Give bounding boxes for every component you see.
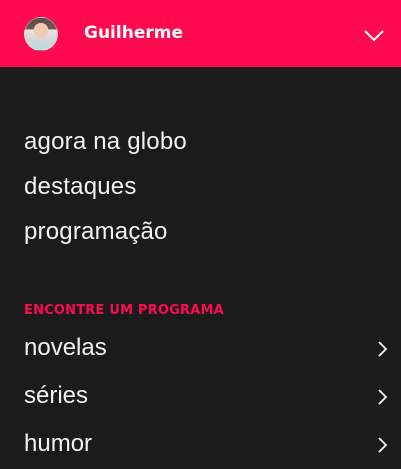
chevron-right-icon: [378, 341, 388, 357]
username: Guilherme: [84, 23, 183, 43]
nav-item-agora-na-globo[interactable]: agora na globo: [24, 119, 187, 164]
category-label: séries: [24, 382, 89, 409]
chevron-right-icon: [378, 389, 388, 405]
category-label: novelas: [24, 334, 107, 361]
profile-header[interactable]: Guilherme: [0, 0, 401, 67]
main-nav: agora na globo destaques programação: [24, 119, 187, 254]
avatar: [24, 17, 58, 51]
chevron-right-icon: [378, 437, 388, 453]
nav-item-programacao[interactable]: programação: [24, 209, 187, 254]
category-item-humor[interactable]: humor: [0, 421, 401, 469]
category-item-novelas[interactable]: novelas: [0, 325, 401, 373]
category-item-series[interactable]: séries: [0, 373, 401, 421]
chevron-down-icon[interactable]: [362, 28, 386, 44]
category-label: humor: [24, 430, 93, 457]
program-category-list: novelas séries humor: [0, 325, 401, 469]
section-title: ENCONTRE UM PROGRAMA: [24, 303, 224, 318]
nav-item-destaques[interactable]: destaques: [24, 164, 187, 209]
